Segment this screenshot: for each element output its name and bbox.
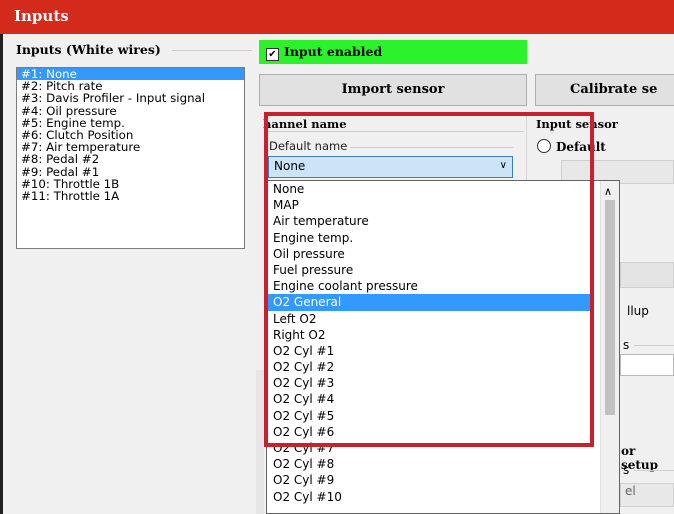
right-divider xyxy=(634,345,674,346)
list-item[interactable]: #8: Pedal #2 xyxy=(17,153,244,165)
inputs-list[interactable]: #1: None #2: Pitch rate #3: Davis Profil… xyxy=(16,67,245,249)
dropdown-scrollbar[interactable]: ∧ xyxy=(600,181,619,513)
right-input-field[interactable] xyxy=(620,354,674,376)
right-s-label: s xyxy=(623,338,630,352)
list-item[interactable]: #11: Throttle 1A xyxy=(17,190,244,202)
dropdown-option[interactable]: O2 Cyl #8 xyxy=(267,456,592,472)
input-enabled-label: Input enabled xyxy=(284,44,383,59)
scrollbar-thumb[interactable] xyxy=(605,200,615,415)
input-enabled-checkbox[interactable]: ✔ Input enabled xyxy=(259,40,527,64)
list-item[interactable]: #9: Pedal #1 xyxy=(17,165,244,178)
hidden-panel-edge xyxy=(256,370,264,514)
pullup-label: llup xyxy=(627,304,649,318)
window-title-bar: Inputs xyxy=(0,0,674,34)
el-label: el xyxy=(625,484,636,498)
list-item[interactable]: #3: Davis Profiler - Input signal xyxy=(17,92,244,104)
import-sensor-button[interactable]: Import sensor xyxy=(259,74,527,106)
group-divider xyxy=(172,50,252,51)
checkbox-check-icon[interactable]: ✔ xyxy=(266,48,279,61)
right-s-label-2: s xyxy=(623,463,630,477)
dropdown-option[interactable]: O2 Cyl #10 xyxy=(267,489,592,505)
calibrate-sensor-button[interactable]: Calibrate se xyxy=(535,74,674,106)
sensor-option-button[interactable] xyxy=(620,262,674,288)
scroll-up-arrow-icon[interactable]: ∧ xyxy=(604,185,612,198)
dropdown-option[interactable]: O2 Cyl #9 xyxy=(267,472,592,488)
list-item[interactable]: #4: Oil pressure xyxy=(17,104,244,117)
window-title: Inputs xyxy=(14,7,69,25)
right-field-2[interactable]: el xyxy=(620,483,674,507)
inputs-group-label: Inputs (White wires) xyxy=(16,42,161,57)
highlight-box xyxy=(264,112,594,447)
right-divider-2 xyxy=(634,470,674,471)
